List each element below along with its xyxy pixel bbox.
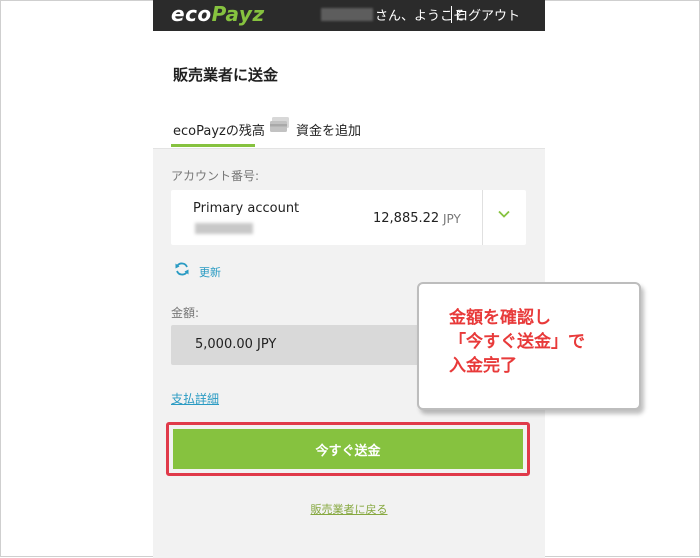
logout-link[interactable]: ログアウト <box>455 5 520 24</box>
selector-divider <box>482 190 483 245</box>
send-now-button[interactable]: 今すぐ送金 <box>173 429 523 469</box>
tab-add-funds[interactable]: 資金を追加 <box>296 120 361 139</box>
chevron-down-icon[interactable] <box>497 207 511 221</box>
logo-payz-text: Payz <box>211 2 265 26</box>
page-title: 販売業者に送金 <box>173 66 279 84</box>
header-separator <box>451 6 452 23</box>
credit-card-icon <box>270 117 289 132</box>
top-bar: ecoPayz さん、ようこそ ログアウト <box>153 0 545 31</box>
blurred-username <box>321 8 373 21</box>
account-selector[interactable]: Primary account 12,885.22 JPY <box>171 190 526 245</box>
callout-text: 金額を確認し 「今すぐ送金」で 入金完了 <box>449 306 585 378</box>
account-number-label: アカウント番号: <box>171 169 260 183</box>
payment-details-link[interactable]: 支払詳細 <box>171 390 219 407</box>
logo-eco-text: eco <box>171 2 212 26</box>
amount-label: 金額: <box>171 306 200 320</box>
instruction-callout: 金額を確認し 「今すぐ送金」で 入金完了 <box>417 282 641 410</box>
account-name: Primary account <box>193 201 300 216</box>
account-balance: 12,885.22 <box>373 211 440 226</box>
callout-line: 金額を確認し <box>449 308 551 328</box>
welcome-text: さん、ようこそ <box>375 9 467 24</box>
callout-line: 「今すぐ送金」で <box>449 332 585 352</box>
ecopayz-logo[interactable]: ecoPayz <box>171 2 265 26</box>
active-tab-indicator <box>171 144 255 147</box>
refresh-icon[interactable] <box>174 261 190 277</box>
blurred-account-number <box>195 223 253 234</box>
account-currency: JPY <box>443 212 461 226</box>
callout-line: 入金完了 <box>449 356 517 376</box>
refresh-link[interactable]: 更新 <box>199 264 221 280</box>
amount-value: 5,000.00 JPY <box>195 337 277 352</box>
back-to-merchant-link[interactable]: 販売業者に戻る <box>153 501 545 517</box>
tab-ecopayz-balance[interactable]: ecoPayzの残高 <box>173 120 265 139</box>
